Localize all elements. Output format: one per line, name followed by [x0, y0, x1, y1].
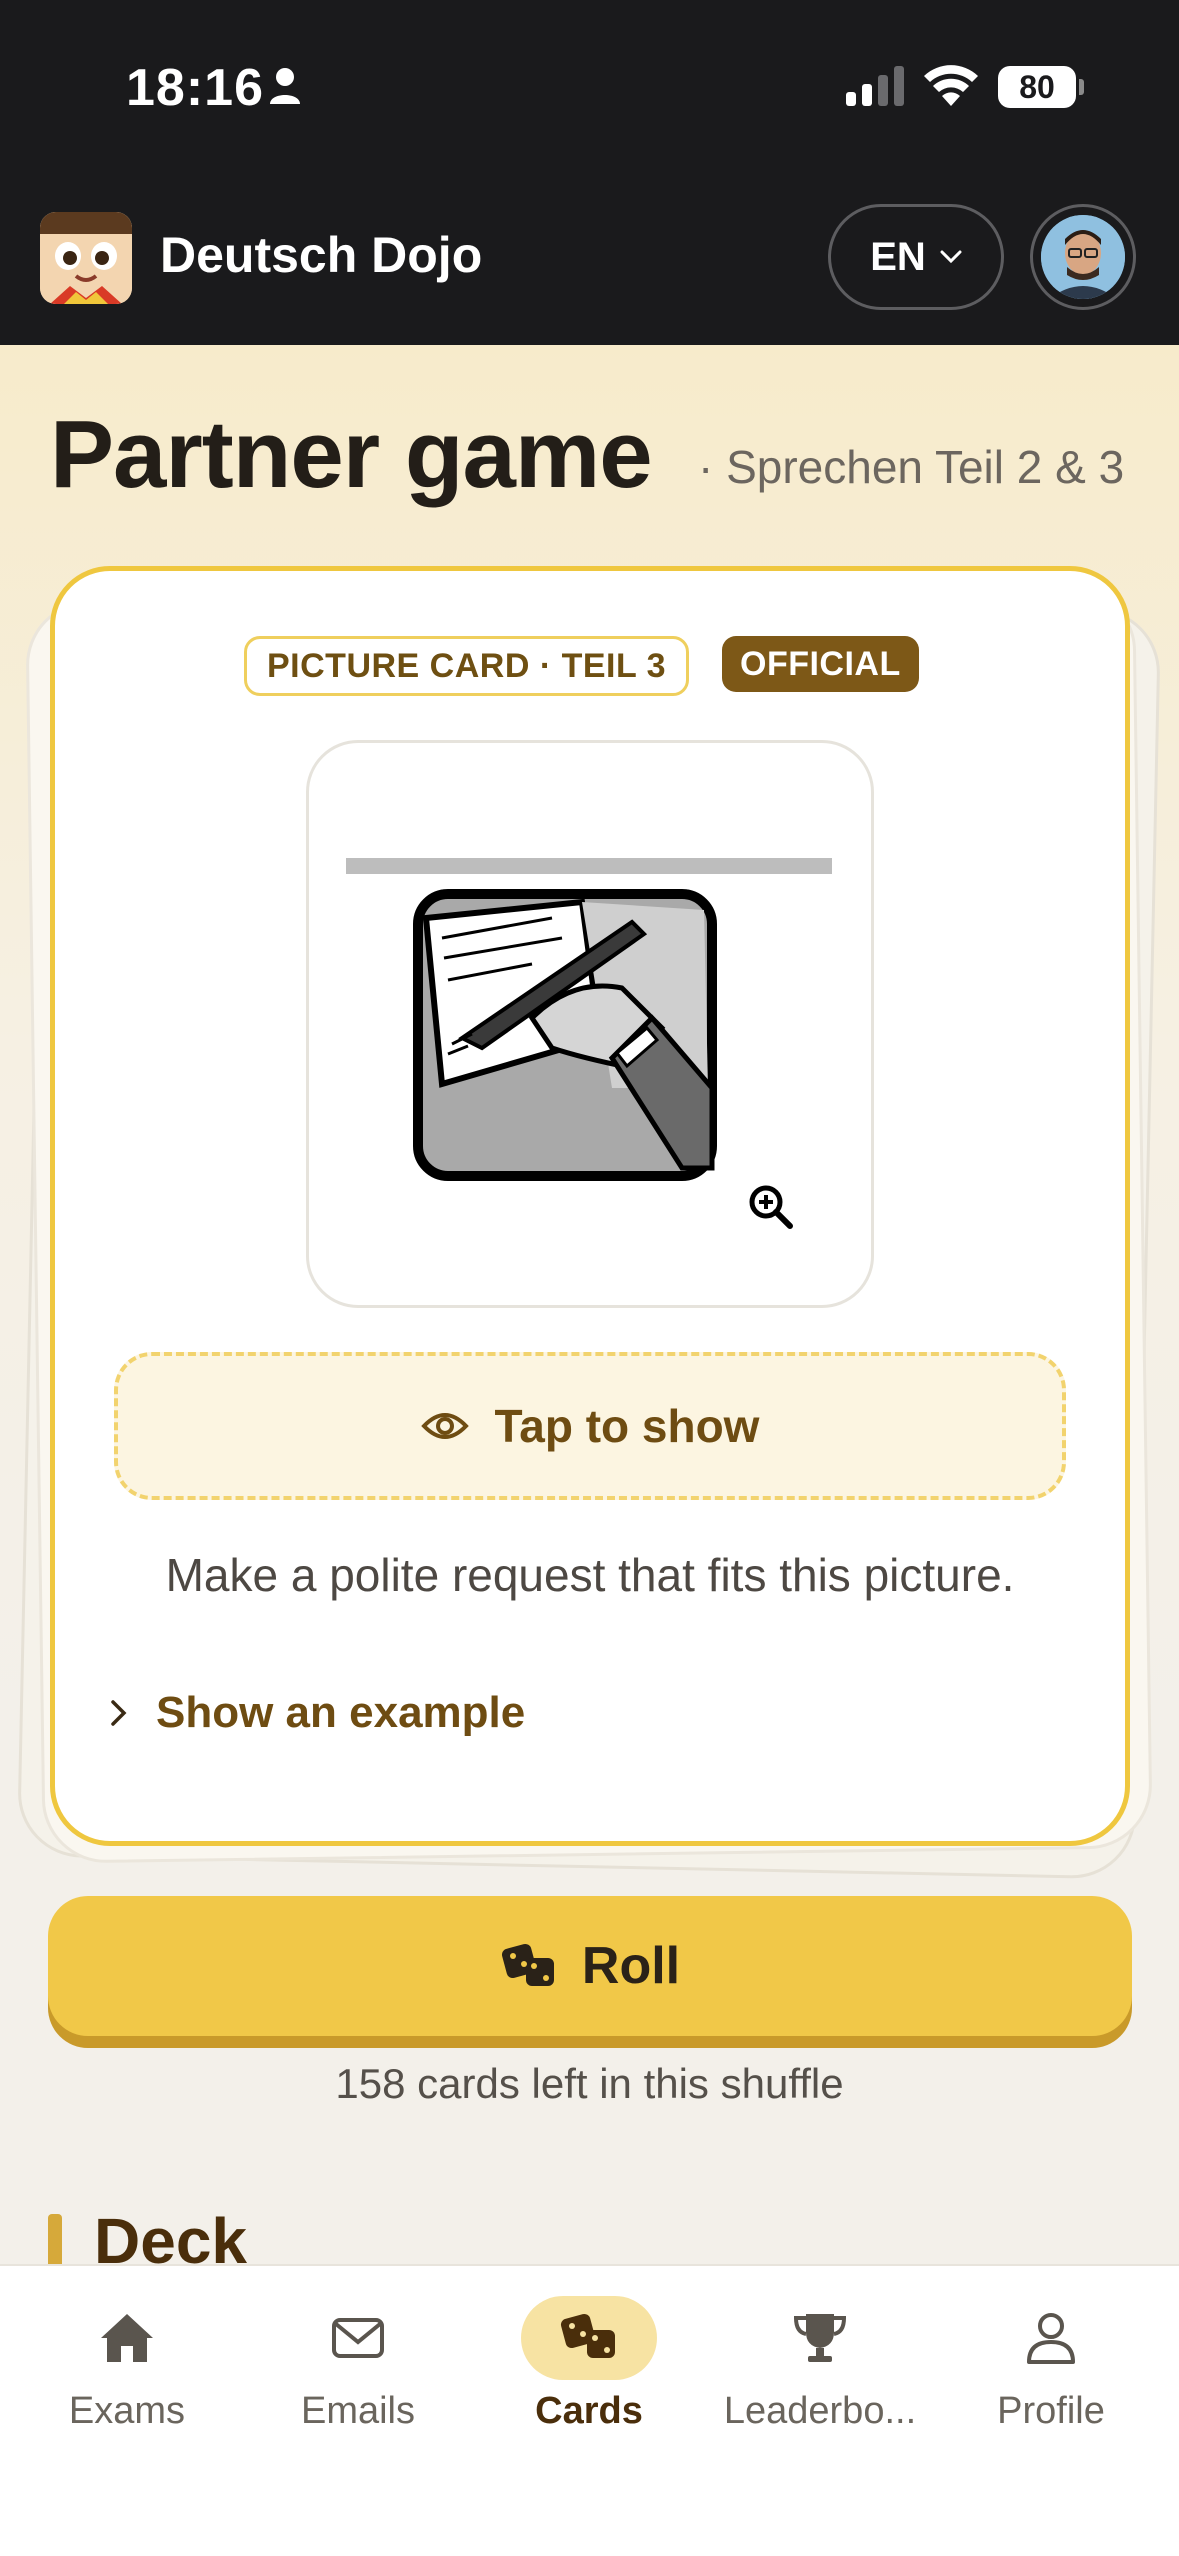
tap-to-show-label: Tap to show — [494, 1400, 760, 1452]
show-example-toggle[interactable]: Show an example — [110, 1688, 525, 1738]
language-label: EN — [870, 234, 926, 279]
person-status-icon — [270, 68, 300, 104]
nav-item-emails[interactable]: Emails — [242, 2296, 474, 2433]
app-logo[interactable] — [40, 212, 132, 304]
page-title: Partner game — [50, 401, 653, 508]
nav-label-profile: Profile — [997, 2390, 1105, 2432]
show-example-label: Show an example — [156, 1688, 526, 1737]
top-bar: 18:16 80 Deutsch Dojo EN — [0, 0, 1179, 345]
roll-button[interactable]: Roll — [48, 1896, 1132, 2036]
deck-accent-bar — [48, 2214, 62, 2268]
card-prompt: Make a polite request that fits this pic… — [165, 1549, 1015, 1601]
signing-hand-illustration — [413, 889, 717, 1181]
nav-label-emails: Emails — [300, 2390, 416, 2432]
nav-item-exams[interactable]: Exams — [11, 2296, 243, 2433]
cellular-signal-icon — [846, 66, 904, 106]
wifi-icon — [924, 65, 978, 106]
nav-label-cards: Cards — [535, 2390, 643, 2432]
dice-icon — [560, 2313, 615, 2358]
tap-to-show-button[interactable]: Tap to show — [114, 1352, 1066, 1500]
picture-divider-line — [346, 858, 832, 874]
chevron-down-icon — [940, 250, 962, 264]
roll-label: Roll — [581, 1937, 681, 1995]
user-avatar[interactable] — [1030, 204, 1136, 310]
official-badge: OFFICIAL — [722, 636, 919, 692]
zoom-in-icon[interactable] — [748, 1184, 794, 1230]
avatar-photo-icon — [1041, 215, 1125, 299]
page-subtitle: · Sprechen Teil 2 & 3 — [698, 441, 1125, 493]
language-selector[interactable]: EN — [828, 204, 1004, 310]
trophy-icon — [793, 2314, 847, 2362]
status-time: 18:16 — [126, 59, 264, 117]
app-title: Deutsch Dojo — [160, 227, 483, 283]
mail-icon — [332, 2318, 384, 2358]
eye-icon — [420, 1413, 469, 1439]
mascot-logo-icon — [40, 212, 132, 304]
chevron-right-icon — [111, 1700, 127, 1726]
battery-indicator: 80 — [998, 66, 1084, 108]
nav-item-leaderboard[interactable]: Leaderbo... — [704, 2296, 936, 2433]
dice-icon — [501, 1943, 554, 1986]
nav-item-cards[interactable]: Cards — [473, 2296, 705, 2433]
person-icon — [1027, 2313, 1075, 2364]
nav-label-exams: Exams — [68, 2390, 186, 2432]
nav-label-leaderboard: Leaderbo... — [723, 2390, 917, 2432]
nav-item-profile[interactable]: Profile — [935, 2296, 1167, 2433]
home-icon — [101, 2314, 153, 2362]
card-type-badge: PICTURE CARD · TEIL 3 — [244, 636, 690, 696]
cards-left-count: 158 cards left in this shuffle — [335, 2060, 844, 2107]
